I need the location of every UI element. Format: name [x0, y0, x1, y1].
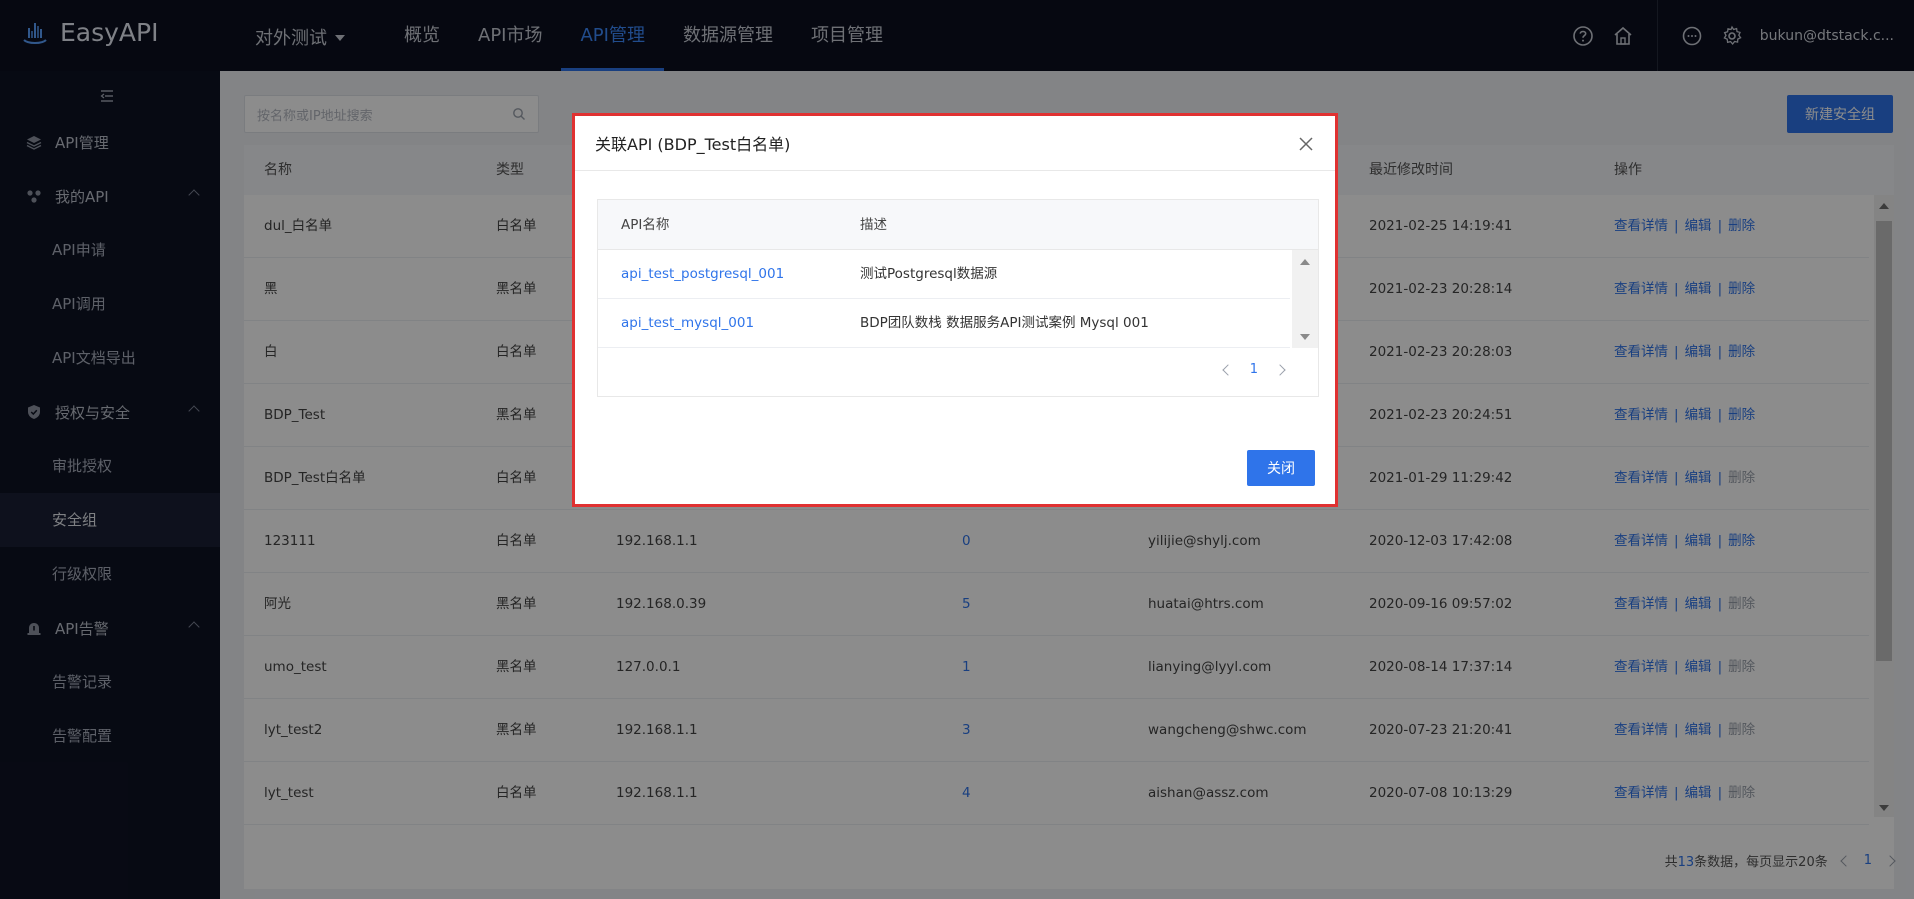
related-api-modal: 关联API (BDP_Test白名单) API名称 描述 api_test_po… [572, 113, 1338, 507]
api-name-link[interactable]: api_test_mysql_001 [621, 299, 754, 348]
table-row: api_test_postgresql_001 测试Postgresql数据源 [598, 250, 1290, 299]
related-api-table-header: API名称 描述 [598, 200, 1318, 250]
table-row: api_test_mysql_001 BDP团队数栈 数据服务API测试案例 M… [598, 299, 1290, 348]
api-name-link[interactable]: api_test_postgresql_001 [621, 250, 784, 299]
close-button[interactable]: 关闭 [1247, 450, 1315, 486]
next-page-icon[interactable] [1274, 363, 1286, 376]
modal-header: 关联API (BDP_Test白名单) [575, 116, 1335, 171]
column-header-api-name: API名称 [621, 217, 670, 233]
close-icon[interactable] [1299, 136, 1313, 151]
api-description: BDP团队数栈 数据服务API测试案例 Mysql 001 [860, 315, 1149, 331]
related-api-pagination: 1 [1222, 362, 1286, 377]
page-number[interactable]: 1 [1250, 362, 1258, 377]
scroll-down-icon[interactable] [1300, 334, 1310, 340]
modal-title: 关联API (BDP_Test白名单) [595, 135, 791, 154]
related-api-scrollbar[interactable] [1292, 250, 1318, 348]
related-api-table: API名称 描述 api_test_postgresql_001 测试Postg… [597, 199, 1319, 397]
prev-page-icon[interactable] [1222, 363, 1234, 376]
api-description: 测试Postgresql数据源 [860, 266, 998, 282]
column-header-description: 描述 [860, 217, 887, 233]
scroll-up-icon[interactable] [1300, 259, 1310, 265]
